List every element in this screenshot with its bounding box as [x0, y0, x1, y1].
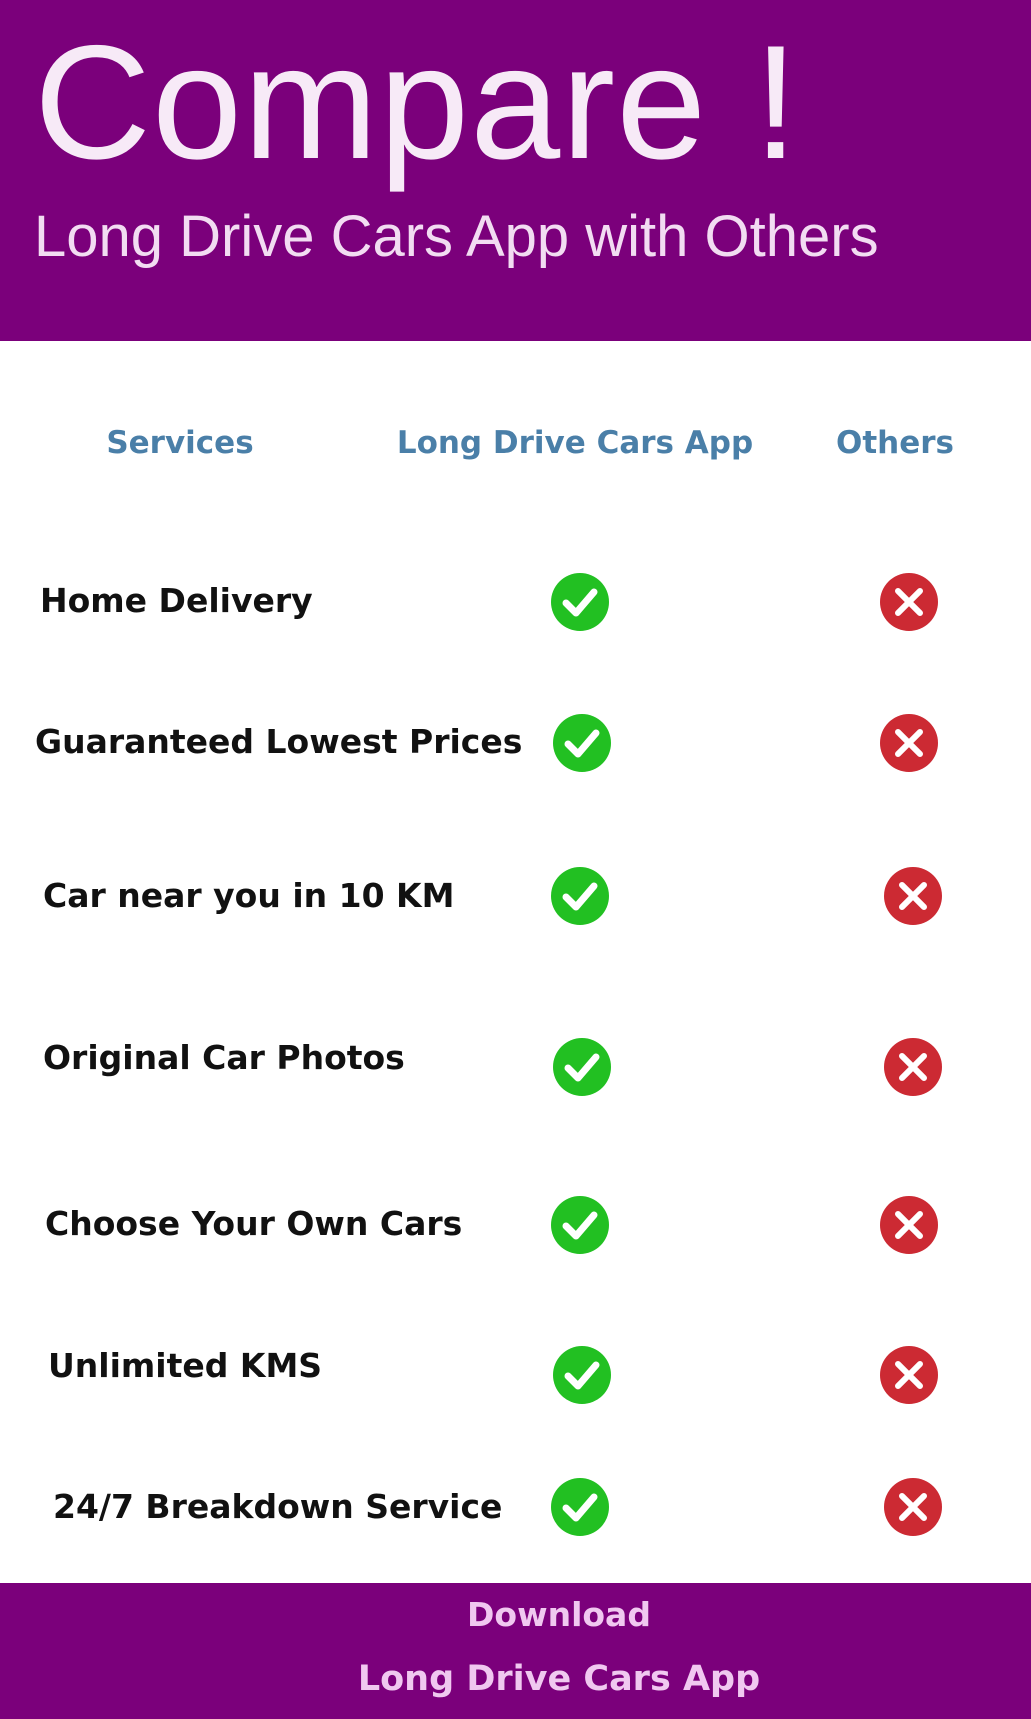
row-label-lowest-prices: Guaranteed Lowest Prices	[35, 722, 523, 761]
row-label-choose-cars: Choose Your Own Cars	[45, 1204, 463, 1243]
cross-icon	[880, 573, 938, 631]
row-label-breakdown-service: 24/7 Breakdown Service	[53, 1487, 503, 1526]
download-app-link[interactable]: Long Drive Cars App	[0, 1662, 1031, 1697]
row-label-original-photos: Original Car Photos	[43, 1038, 405, 1077]
row-label-home-delivery: Home Delivery	[40, 581, 313, 620]
check-icon	[553, 1346, 611, 1404]
cross-icon	[884, 1478, 942, 1536]
page-subtitle: Long Drive Cars App with Others	[34, 204, 879, 269]
check-icon	[551, 867, 609, 925]
cross-icon	[880, 1346, 938, 1404]
cross-icon	[884, 1038, 942, 1096]
download-label[interactable]: Download	[0, 1598, 1031, 1631]
cross-icon	[880, 1196, 938, 1254]
row-label-car-near-you: Car near you in 10 KM	[43, 876, 455, 915]
page-title: Compare !	[34, 12, 800, 193]
check-icon	[553, 714, 611, 772]
check-icon	[553, 1038, 611, 1096]
cross-icon	[880, 714, 938, 772]
row-label-unlimited-kms: Unlimited KMS	[48, 1346, 323, 1385]
column-header-others: Others	[835, 425, 954, 461]
check-icon	[551, 573, 609, 631]
column-header-services: Services	[106, 425, 254, 461]
column-header-app: Long Drive Cars App	[396, 425, 754, 461]
check-icon	[551, 1196, 609, 1254]
cross-icon	[884, 867, 942, 925]
check-icon	[551, 1478, 609, 1536]
